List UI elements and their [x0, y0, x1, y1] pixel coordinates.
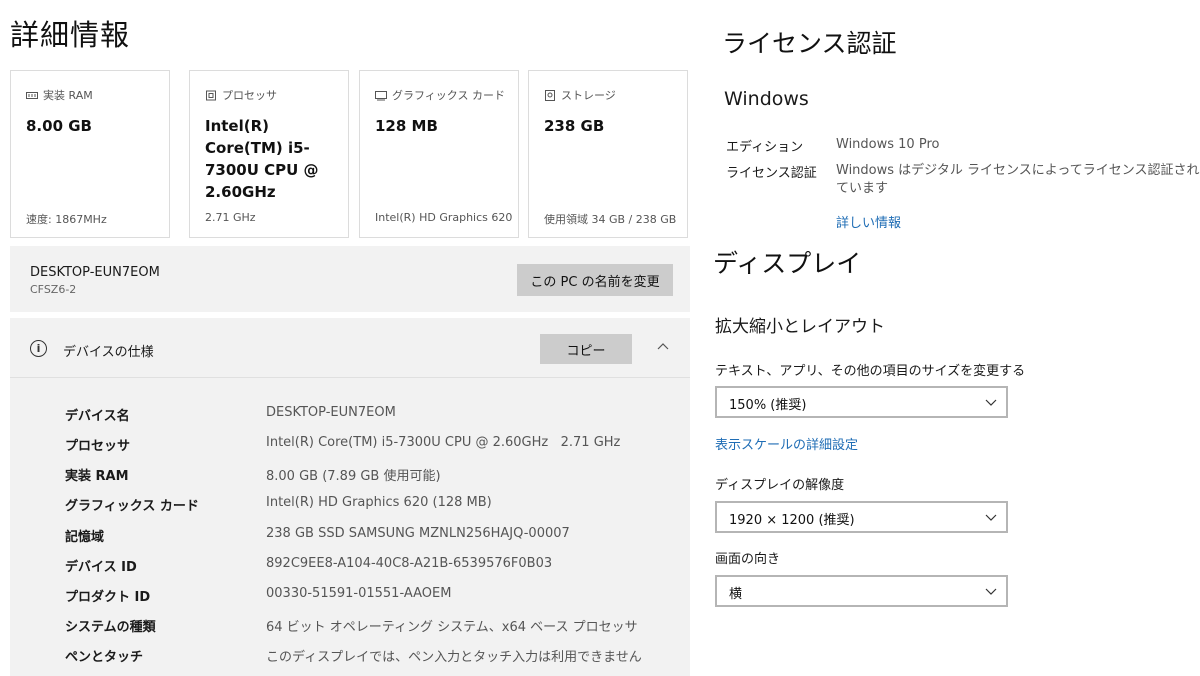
edition-value: Windows 10 Pro [836, 137, 940, 152]
card-foot: 2.71 GHz [205, 211, 256, 224]
card-value: Intel(R) Core(TM) i5-7300U CPU @ 2.60GHz [205, 117, 319, 201]
spec-row: ペンとタッチ このディスプレイでは、ペン入力とタッチ入力は利用できません [65, 646, 642, 676]
ram-card: 実装 RAM 8.00 GB 速度: 1867MHz [10, 70, 170, 238]
orientation-dropdown-value: 横 [729, 587, 743, 602]
processor-icon [206, 90, 216, 100]
chevron-up-icon[interactable] [655, 338, 671, 354]
orientation-dropdown[interactable]: 横 [715, 575, 1008, 607]
card-label: 実装 RAM [43, 89, 93, 102]
spec-value: 64 ビット オペレーティング システム、x64 ベース プロセッサ [266, 620, 638, 635]
spec-row: デバイス名 DESKTOP-EUN7EOM [65, 405, 396, 435]
spec-value: Intel(R) Core(TM) i5-7300U CPU @ 2.60GHz… [266, 435, 621, 450]
spec-value: 00330-51591-01551-AAOEM [266, 586, 452, 601]
chevron-down-icon [985, 588, 997, 595]
chevron-down-icon [985, 514, 997, 521]
device-spec-title: デバイスの仕様 [63, 345, 154, 360]
device-name: DESKTOP-EUN7EOM [30, 265, 160, 280]
size-label: テキスト、アプリ、その他の項目のサイズを変更する [715, 364, 1026, 379]
resolution-dropdown[interactable]: 1920 × 1200 (推奨) [715, 501, 1008, 533]
card-foot: 使用領域 34 GB / 238 GB [544, 213, 677, 226]
spec-key: プロセッサ [65, 439, 131, 454]
scale-dropdown[interactable]: 150% (推奨) [715, 386, 1008, 418]
device-spec-panel: i デバイスの仕様 コピー デバイス名 DESKTOP-EUN7EOM プロセッ… [10, 318, 690, 676]
graphics-card: グラフィックス カード 128 MB Intel(R) HD Graphics … [359, 70, 519, 238]
resolution-label: ディスプレイの解像度 [715, 478, 845, 493]
storage-card: ストレージ 238 GB 使用領域 34 GB / 238 GB [528, 70, 688, 238]
advanced-scale-link[interactable]: 表示スケールの詳細設定 [715, 434, 858, 453]
card-foot: Intel(R) HD Graphics 620 [375, 211, 513, 224]
display-title: ディスプレイ [713, 249, 862, 278]
windows-heading: Windows [724, 88, 809, 110]
spec-value: このディスプレイでは、ペン入力とタッチ入力は利用できません [266, 650, 642, 665]
rename-pc-button[interactable]: この PC の名前を変更 [517, 264, 673, 296]
card-value: 238 GB [544, 117, 605, 135]
edition-label: エディション [726, 140, 804, 155]
device-model: CFSZ6-2 [30, 283, 77, 296]
info-icon: i [30, 340, 47, 357]
spec-row: プロセッサ Intel(R) Core(TM) i5-7300U CPU @ 2… [65, 435, 620, 465]
activation-label: ライセンス認証 [726, 166, 817, 181]
spec-row: グラフィックス カード Intel(R) HD Graphics 620 (12… [65, 495, 492, 525]
scale-layout-heading: 拡大縮小とレイアウト [715, 317, 885, 337]
spec-row: 実装 RAM 8.00 GB (7.89 GB 使用可能) [65, 465, 441, 495]
spec-value: 8.00 GB (7.89 GB 使用可能) [266, 469, 441, 484]
spec-row: プロダクト ID 00330-51591-01551-AAOEM [65, 586, 451, 616]
copy-button[interactable]: コピー [540, 334, 632, 364]
spec-key: プロダクト ID [65, 590, 151, 605]
page-title: 詳細情報 [10, 18, 131, 52]
spec-value: 238 GB SSD SAMSUNG MZNLN256HAJQ-00007 [266, 526, 570, 541]
spec-value: 892C9EE8-A104-40C8-A21B-6539576F0B03 [266, 556, 553, 571]
spec-key: 実装 RAM [65, 469, 129, 484]
more-info-link[interactable]: 詳しい情報 [836, 212, 901, 231]
spec-key: デバイス名 [65, 409, 130, 424]
scale-dropdown-value: 150% (推奨) [729, 398, 807, 413]
orientation-label: 画面の向き [715, 552, 781, 567]
card-value: 128 MB [375, 117, 438, 135]
chevron-down-icon [985, 399, 997, 406]
storage-icon [545, 89, 555, 101]
processor-card: プロセッサ Intel(R) Core(TM) i5-7300U CPU @ 2… [189, 70, 349, 238]
spec-key: 記憶域 [65, 530, 105, 545]
graphics-card-icon [375, 90, 387, 100]
license-title: ライセンス認証 [722, 29, 897, 58]
card-label: プロセッサ [222, 89, 277, 102]
spec-key: グラフィックス カード [65, 499, 199, 514]
spec-row: 記憶域 238 GB SSD SAMSUNG MZNLN256HAJQ-0000… [65, 526, 570, 556]
spec-key: ペンとタッチ [65, 650, 144, 665]
spec-row: システムの種類 64 ビット オペレーティング システム、x64 ベース プロセ… [65, 616, 638, 646]
card-foot: 速度: 1867MHz [26, 213, 107, 226]
device-name-bar: DESKTOP-EUN7EOM CFSZ6-2 この PC の名前を変更 [10, 246, 690, 312]
spec-row: デバイス ID 892C9EE8-A104-40C8-A21B-6539576F… [65, 556, 552, 586]
spec-key: システムの種類 [65, 620, 156, 635]
card-value: 8.00 GB [26, 117, 92, 135]
spec-value: Intel(R) HD Graphics 620 (128 MB) [266, 495, 492, 510]
card-label: ストレージ [561, 89, 616, 102]
resolution-dropdown-value: 1920 × 1200 (推奨) [729, 513, 855, 528]
ram-icon [26, 91, 38, 99]
device-spec-header[interactable]: i デバイスの仕様 コピー [10, 318, 690, 378]
activation-value: Windows はデジタル ライセンスによってライセンス認証されています [836, 163, 1200, 196]
spec-key: デバイス ID [65, 560, 137, 575]
card-label: グラフィックス カード [392, 89, 505, 102]
spec-value: DESKTOP-EUN7EOM [266, 405, 396, 420]
